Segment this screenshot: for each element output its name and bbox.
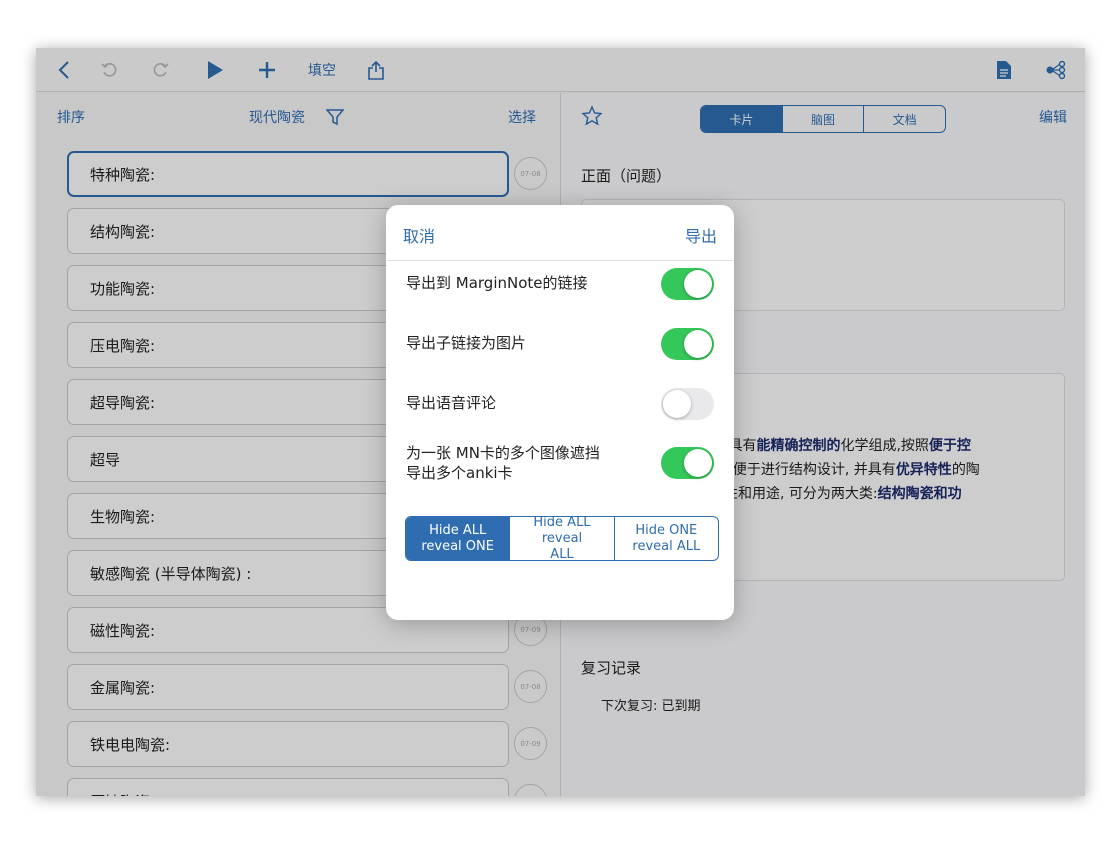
toggle-knob [684,330,712,358]
dialog-header: 取消 导出 [386,205,734,261]
toggle-knob [684,270,712,298]
app-window: 填空 排序 现代陶瓷 选择 特种陶瓷:07-08结构陶瓷:07-08功能陶瓷:0… [36,48,1085,796]
mode-hide-all-reveal-all[interactable]: Hide ALL reveal ALL [509,517,613,560]
option-multi-anki-toggle[interactable] [661,447,714,479]
occlusion-mode-selector: Hide ALL reveal ONE Hide ALL reveal ALL Hi… [405,516,719,561]
mode-hide-all-reveal-one[interactable]: Hide ALL reveal ONE [406,517,510,560]
cancel-button[interactable]: 取消 [403,223,435,247]
export-dialog: 取消 导出 导出到 MarginNote的链接 导出子链接为图片 导出语音评论 … [386,205,734,620]
option-child-links-image-toggle[interactable] [661,328,714,360]
option-voice-comments-toggle[interactable] [661,388,714,420]
option-export-link-toggle[interactable] [661,268,714,300]
mode-hide-one-reveal-all[interactable]: Hide ONE reveal ALL [613,517,718,560]
export-button[interactable]: 导出 [685,223,717,247]
toggle-knob [663,390,691,418]
toggle-knob [684,449,712,477]
